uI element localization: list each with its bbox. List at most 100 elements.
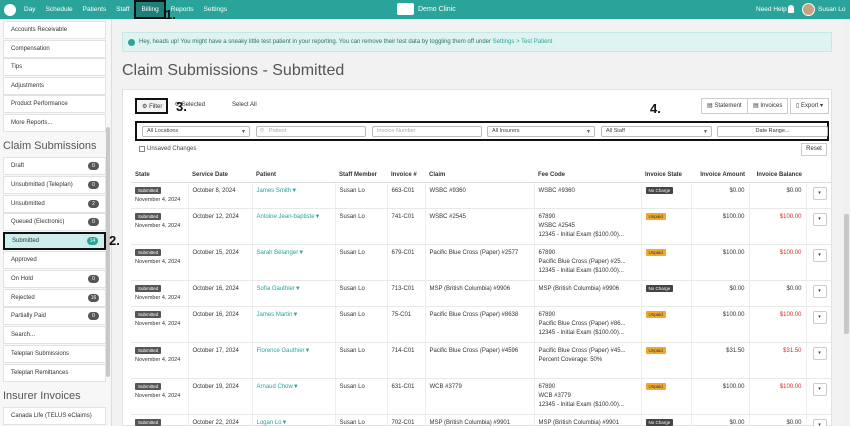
clinic-brand[interactable]: Demo Clinic [397, 3, 456, 15]
bell-icon[interactable] [788, 5, 794, 13]
filter-icon[interactable]: ▼ [293, 383, 299, 392]
sidebar-item-rejected[interactable]: Rejected 16 [3, 288, 106, 307]
sidebar-item-more-reports-[interactable]: More Reports... [3, 114, 106, 132]
patient-link[interactable]: Antoine Jean-baptiste [257, 214, 315, 220]
invoice-number-cell[interactable]: 702-C01 [386, 414, 425, 426]
select-all-button[interactable]: Select All [232, 98, 257, 114]
table-row[interactable]: Submitted November 4, 2024 October 17, 202… [131, 342, 831, 379]
table-row[interactable]: Submitted November 4, 2024 October 16, 202… [131, 280, 831, 307]
sidebar-item-accounts-receivable[interactable]: Accounts Receivable [3, 21, 106, 39]
reset-button[interactable]: Reset [801, 143, 827, 156]
nav-day[interactable]: Day [19, 0, 41, 19]
filter-icon[interactable]: ▼ [293, 311, 299, 320]
unsaved-checkbox[interactable] [139, 146, 145, 152]
invoice-number-cell[interactable]: 631-C01 [386, 378, 425, 415]
table-row[interactable]: Submitted November 4, 2024 October 19, 202… [131, 378, 831, 415]
filter-icon[interactable]: ▼ [291, 187, 297, 196]
invoice-number-cell[interactable]: 679-C01 [386, 244, 425, 281]
help-link[interactable]: Need Help ? [756, 0, 792, 19]
patient-link[interactable]: James Smith [257, 188, 292, 194]
sidebar-item-tips[interactable]: Tips [3, 58, 106, 77]
row-dropdown-button[interactable]: ▾ [812, 186, 827, 200]
patient-link[interactable]: James Martin [257, 312, 293, 318]
filter-icon[interactable]: ▼ [282, 419, 288, 426]
invoice-number-cell[interactable]: 741-C01 [386, 208, 425, 245]
banner-settings-link[interactable]: Settings > Test Patient [493, 39, 553, 45]
invoice-number-cell[interactable]: 714-C01 [386, 342, 425, 379]
sidebar-item-adjustments[interactable]: Adjustments [3, 76, 106, 95]
row-dropdown-button[interactable]: ▾ [812, 284, 827, 298]
patient-link[interactable]: Florence Gauthier [257, 348, 305, 354]
filter-icon[interactable]: ▼ [315, 213, 321, 222]
filter-icon[interactable]: ▼ [295, 285, 301, 294]
main-scrollbar[interactable] [843, 19, 850, 426]
row-dropdown-button[interactable]: ▾ [812, 212, 827, 226]
sidebar-item-approved[interactable]: Approved [3, 251, 106, 269]
sidebar-scrollbar[interactable] [106, 127, 110, 377]
column-header[interactable]: Service Date [188, 168, 252, 183]
table-row[interactable]: SubmittedNovember 4, 2024October 22, 202… [131, 414, 831, 426]
column-header[interactable]: State [131, 168, 188, 183]
statement-button[interactable]: ▤ Statement [701, 98, 748, 114]
sidebar-item-on-hold[interactable]: On Hold 0 [3, 269, 106, 288]
column-header[interactable]: Invoice Balance [749, 168, 806, 183]
table-row[interactable]: Submitted November 4, 2024 October 8, 2024… [131, 182, 831, 209]
insurer-select[interactable]: All Insurers ▼ [487, 126, 595, 137]
table-row[interactable]: Submitted November 4, 2024 October 12, 202… [131, 208, 831, 245]
annotation-3: 3. [176, 99, 187, 114]
nav-schedule[interactable]: Schedule [41, 0, 78, 19]
row-dropdown-button[interactable]: ▾ [812, 346, 827, 360]
unsaved-changes-toggle[interactable]: Unsaved Changes [139, 146, 196, 152]
nav-patients[interactable]: Patients [78, 0, 112, 19]
filter-button[interactable]: ⚙ Filter [135, 98, 168, 114]
invoice-number-cell[interactable]: 713-C01 [386, 280, 425, 307]
sidebar-item-insurer[interactable]: Canada Life (TELUS eClaims) [3, 407, 106, 425]
filter-icon[interactable]: ▼ [298, 249, 304, 258]
row-dropdown-button[interactable]: ▾ [812, 418, 827, 426]
row-dropdown-button[interactable]: ▾ [812, 382, 827, 396]
nav-settings[interactable]: Settings [199, 0, 233, 19]
row-dropdown-button[interactable]: ▾ [812, 248, 827, 262]
sidebar-item-queued-electronic-[interactable]: Queued (Electronic) 0 [3, 213, 106, 232]
sidebar-item-draft[interactable]: Draft 0 [3, 157, 106, 175]
sidebar-item-teleplan-submissions[interactable]: Teleplan Submissions [3, 345, 106, 363]
filter-icon[interactable]: ▼ [305, 347, 311, 356]
column-header[interactable]: Fee Code [534, 168, 641, 183]
sidebar-item-compensation[interactable]: Compensation [3, 39, 106, 58]
column-header[interactable]: Invoice Amount [691, 168, 749, 183]
export-button[interactable]: ▯ Export ▾ [790, 98, 830, 114]
invoice-number-cell[interactable]: 663-C01 [386, 182, 425, 209]
patient-link[interactable]: Logan Lo [257, 420, 282, 426]
invoices-button[interactable]: ▤ Invoices [747, 98, 789, 114]
location-select[interactable]: All Locations ▼ [142, 126, 250, 137]
sidebar-item-unsubmitted[interactable]: Unsubmitted 2 [3, 194, 106, 213]
sidebar-item-unsubmitted-teleplan-[interactable]: Unsubmitted (Teleplan) 0 [3, 175, 106, 194]
patient-link[interactable]: Sarah Bélanger [257, 250, 299, 256]
column-header[interactable]: Patient [252, 168, 335, 183]
sidebar-item-product-performance[interactable]: Product Performance [3, 95, 106, 114]
avatar[interactable] [802, 3, 815, 16]
user-menu[interactable]: Susan Lo [818, 0, 845, 19]
sidebar-item-submitted[interactable]: Submitted 14 [3, 232, 106, 251]
table-row[interactable]: Submitted November 4, 2024 October 15, 202… [131, 244, 831, 281]
nav-staff[interactable]: Staff [111, 0, 134, 19]
column-header[interactable]: Invoice # [387, 168, 425, 183]
row-dropdown-button[interactable]: ▾ [812, 310, 827, 324]
patient-link[interactable]: Sofia Gauthier [257, 286, 295, 292]
invoice-number-cell[interactable]: 75-C01 [386, 306, 425, 343]
sidebar-item-partially-paid[interactable]: Partially Paid 0 [3, 307, 106, 326]
sidebar-item-search-[interactable]: Search... [3, 326, 106, 345]
column-header[interactable]: Claim [425, 168, 534, 183]
staff-select[interactable]: All Staff ▼ [601, 126, 712, 137]
scroll-thumb[interactable] [844, 214, 849, 334]
sidebar-item-teleplan-remittances[interactable]: Teleplan Remittances [3, 363, 106, 382]
column-header[interactable]: Staff Member [335, 168, 387, 183]
app-logo[interactable] [0, 0, 19, 19]
invoice-number-input[interactable]: Invoice Number [372, 126, 482, 137]
nav-billing[interactable]: Billing [134, 0, 166, 19]
date-range-button[interactable]: Date Range... [717, 126, 828, 137]
column-header[interactable]: Invoice State [641, 168, 691, 183]
table-row[interactable]: Submitted November 4, 2024 October 16, 202… [131, 306, 831, 343]
patient-link[interactable]: Arnaud Chow [257, 384, 293, 390]
patient-search-input[interactable]: ⚲ Patient [256, 126, 366, 137]
